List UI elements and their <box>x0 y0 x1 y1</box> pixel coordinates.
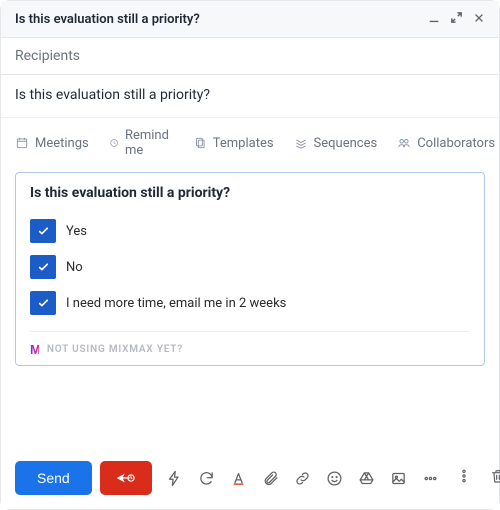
link-icon[interactable] <box>294 469 312 487</box>
mm-label: Remind me <box>125 128 173 158</box>
poll-option[interactable]: No <box>30 249 470 285</box>
mixmax-logo-icon: M <box>30 342 39 357</box>
send-later-button[interactable] <box>100 461 152 495</box>
format-icons <box>166 469 440 487</box>
collaborators-icon <box>397 136 411 150</box>
poll-option[interactable]: I need more time, email me in 2 weeks <box>30 285 470 321</box>
emoji-icon[interactable] <box>326 469 344 487</box>
image-icon[interactable] <box>390 469 408 487</box>
check-icon <box>30 219 56 243</box>
compose-header: Is this evaluation still a priority? <box>1 1 499 38</box>
compose-title: Is this evaluation still a priority? <box>15 12 428 27</box>
close-icon[interactable] <box>473 12 485 27</box>
poll-question: Is this evaluation still a priority? <box>30 185 470 201</box>
compose-right-icons <box>456 468 500 488</box>
mm-label: Meetings <box>35 136 89 151</box>
recipients-field[interactable]: Recipients <box>1 38 499 75</box>
poll-option-label: I need more time, email me in 2 weeks <box>66 296 286 311</box>
mm-templates[interactable]: Templates <box>193 136 274 151</box>
refresh-icon[interactable] <box>198 469 216 487</box>
send-button[interactable]: Send <box>15 461 92 495</box>
check-icon <box>30 291 56 315</box>
discard-icon[interactable] <box>490 468 500 488</box>
compose-action-bar: Send <box>1 449 499 509</box>
window-controls <box>428 11 485 27</box>
mm-sequences[interactable]: Sequences <box>294 136 378 151</box>
templates-icon <box>193 136 207 150</box>
poll-option-label: Yes <box>66 224 87 239</box>
sequences-icon <box>294 136 308 150</box>
calendar-icon <box>15 136 29 150</box>
expand-icon[interactable] <box>450 11 463 27</box>
attach-icon[interactable] <box>262 469 280 487</box>
mm-label: Templates <box>213 136 274 151</box>
mm-remind[interactable]: Remind me <box>109 128 173 158</box>
clock-icon <box>109 136 119 150</box>
subject-field[interactable]: Is this evaluation still a priority? <box>1 75 499 118</box>
mm-meetings[interactable]: Meetings <box>15 136 89 151</box>
send-later-icon <box>116 470 136 486</box>
poll-option-label: No <box>66 260 83 275</box>
mm-collaborators[interactable]: Collaborators <box>397 136 495 151</box>
poll-footer-text: NOT USING MIXMAX YET? <box>47 344 183 355</box>
mm-label: Collaborators <box>417 136 495 151</box>
check-icon <box>30 255 56 279</box>
text-format-icon[interactable] <box>230 469 248 487</box>
drive-icon[interactable] <box>358 469 376 487</box>
minimize-icon[interactable] <box>428 12 440 27</box>
poll-option[interactable]: Yes <box>30 213 470 249</box>
poll-card: Is this evaluation still a priority? Yes… <box>15 172 485 366</box>
poll-footer[interactable]: M NOT USING MIXMAX YET? <box>30 331 470 357</box>
bolt-icon[interactable] <box>166 469 184 487</box>
mixmax-toolbar: Meetings Remind me Templates Sequences C… <box>1 118 499 170</box>
more-options-icon[interactable] <box>456 468 472 488</box>
mm-label: Sequences <box>314 136 378 151</box>
more-format-icon[interactable] <box>422 469 440 487</box>
